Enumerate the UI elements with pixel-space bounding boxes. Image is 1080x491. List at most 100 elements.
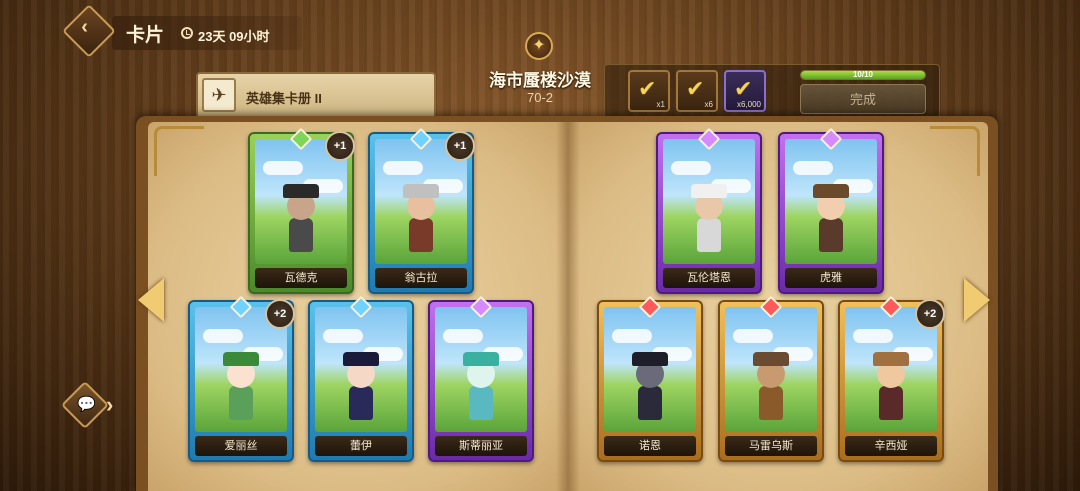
page-title: 卡片 [126,25,165,46]
card-count-badge: +1 [325,131,355,161]
card-name: 虎雅 [785,268,877,288]
card-name: 辛西娅 [845,436,937,456]
hero-hair [632,352,668,366]
cloud [323,329,363,343]
cloud [793,161,833,175]
hero-hair [753,352,789,366]
hero-hair [813,184,849,198]
card-art [435,307,527,432]
reward-item[interactable]: ✔ x6,000 [724,70,766,112]
book-spine [556,122,580,491]
back-button[interactable]: ‹ [62,4,116,58]
hero-card[interactable]: 诺恩 [597,295,703,462]
hero-figure [627,352,673,426]
hero-hair [343,352,379,366]
hero-body [819,218,843,252]
hero-body [289,218,313,252]
progress-text: 10/10 [852,70,874,79]
card-art [725,307,817,432]
hero-body [638,386,662,420]
card-name: 马雷乌斯 [725,436,817,456]
hero-body [697,218,721,252]
hero-figure [868,352,914,426]
card-count-badge: +1 [445,131,475,161]
hero-figure [278,184,324,258]
hero-card[interactable]: 翁古拉 +1 [368,127,475,294]
stage-name: 海市蜃楼沙漠 [489,71,591,90]
back-arrow-icon: ‹ [81,15,88,38]
reward-quantity: x6,000 [736,100,761,109]
card-art [315,307,407,432]
hero-body [759,386,783,420]
top-bar: ‹ 卡片 23天 09小时 [0,0,420,62]
chat-expand-arrow-icon[interactable]: › [106,392,113,418]
hero-hair [223,352,259,366]
card-art [785,139,877,264]
stage-code: 70-2 [526,90,554,105]
hero-figure [458,352,504,426]
hero-card[interactable]: 爱丽丝 +2 [188,295,295,462]
cloud [383,161,423,175]
hero-card[interactable]: 瓦伦塔恩 [656,127,762,294]
hero-figure [686,184,732,258]
card-art [663,139,755,264]
hero-body [409,218,433,252]
hero-figure [748,352,794,426]
album-tab[interactable]: ✈ 英雄集卡册 II [196,72,436,118]
reward-item[interactable]: ✔ x1 [628,70,670,112]
cloud [853,329,893,343]
hero-card[interactable]: 辛西娅 +2 [838,295,945,462]
cloud [263,161,303,175]
hero-figure [398,184,444,258]
card-name: 瓦伦塔恩 [663,268,755,288]
card-name: 瓦德克 [255,268,347,288]
album-title: 英雄集卡册 II [246,91,322,106]
cloud [203,329,243,343]
check-icon: ✔ [638,76,657,101]
clock-icon [181,27,193,39]
next-page-arrow[interactable] [964,278,990,322]
check-icon: ✔ [686,76,705,101]
chat-bubble-icon: 💬 [77,395,97,413]
hero-figure [218,352,264,426]
hero-card[interactable]: 虎雅 [778,127,884,294]
hero-card[interactable]: 蕾伊 [308,295,414,462]
reward-quantity: x1 [656,100,665,109]
card-name: 斯蒂丽亚 [435,436,527,456]
card-art [604,307,696,432]
corner-ornament [930,126,980,176]
card-count-badge: +2 [915,299,945,329]
cloud [671,161,711,175]
hero-card[interactable]: 马雷乌斯 [718,295,824,462]
corner-ornament [154,126,204,176]
hero-body [469,386,493,420]
hero-figure [808,184,854,258]
compass-icon: ✦ [525,32,553,60]
album-thumbnail: ✈ [202,78,236,112]
card-name: 翁古拉 [375,268,467,288]
hero-hair [691,184,727,198]
hero-figure [338,352,384,426]
cloud [612,329,652,343]
hero-body [229,386,253,420]
cloud [733,329,773,343]
card-name: 蕾伊 [315,436,407,456]
hero-hair [403,184,439,198]
hero-card[interactable]: 瓦德克 +1 [248,127,355,294]
hero-hair [873,352,909,366]
event-timer: 23天 09小时 [198,29,270,44]
reward-item[interactable]: ✔ x6 [676,70,718,112]
hero-hair [463,352,499,366]
hero-card[interactable]: 斯蒂丽亚 [428,295,534,462]
hero-body [349,386,373,420]
reward-quantity: x6 [704,100,713,109]
check-icon: ✔ [734,76,753,101]
hero-hair [283,184,319,198]
card-name: 爱丽丝 [195,436,287,456]
prev-page-arrow[interactable] [138,278,164,322]
cloud [443,329,483,343]
hero-body [879,386,903,420]
card-count-badge: +2 [265,299,295,329]
complete-button[interactable]: 完成 [800,84,926,114]
card-name: 诺恩 [604,436,696,456]
